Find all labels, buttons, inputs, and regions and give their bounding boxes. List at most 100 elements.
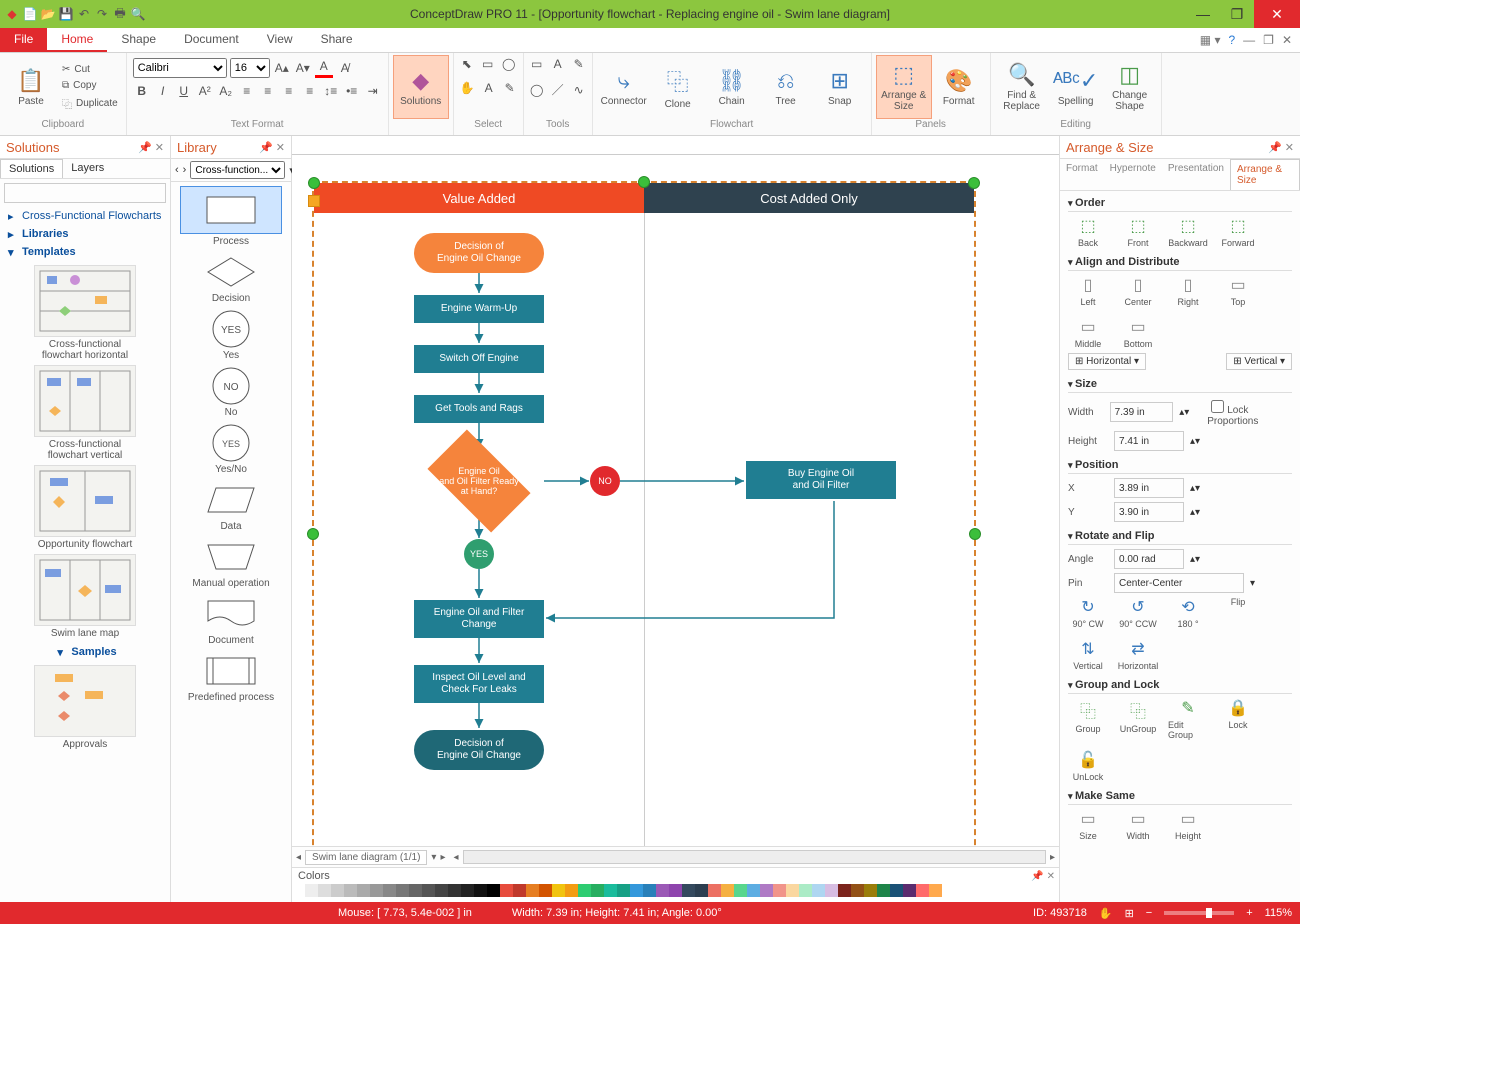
- same-size-button[interactable]: ▭Size: [1068, 809, 1108, 841]
- page-next-icon[interactable]: ▸: [440, 852, 445, 863]
- rp-tab-format[interactable]: Format: [1060, 159, 1104, 190]
- align-right-button[interactable]: ▯Right: [1168, 275, 1208, 307]
- makesame-header[interactable]: Make Same: [1068, 790, 1292, 805]
- grow-font-icon[interactable]: A▴: [273, 59, 291, 77]
- lock-proportions[interactable]: [1211, 400, 1224, 413]
- cut-button[interactable]: ✂ Cut: [58, 62, 122, 77]
- template-cff-horizontal[interactable]: Cross-functional flowchart horizontal: [35, 265, 135, 361]
- duplicate-button[interactable]: ⿻ Duplicate: [58, 94, 122, 113]
- minimize-button[interactable]: —: [1186, 0, 1220, 28]
- align-top-button[interactable]: ▭Top: [1218, 275, 1258, 307]
- node-switchoff[interactable]: Switch Off Engine: [414, 345, 544, 373]
- shape-manual[interactable]: Manual operation: [181, 538, 281, 589]
- format-button[interactable]: 🎨Format: [932, 56, 986, 118]
- align-left-button[interactable]: ▯Left: [1068, 275, 1108, 307]
- arrange-size-button[interactable]: ⬚Arrange & Size: [876, 55, 932, 119]
- find-replace-button[interactable]: 🔍Find & Replace: [995, 56, 1049, 118]
- underline-icon[interactable]: U: [175, 82, 193, 100]
- font-select[interactable]: Calibri: [133, 58, 227, 78]
- hscroll[interactable]: [463, 850, 1046, 864]
- template-approvals[interactable]: Approvals: [35, 665, 135, 750]
- close-button[interactable]: ✕: [1254, 0, 1300, 28]
- tree-button[interactable]: ⎌Tree: [759, 56, 813, 118]
- flip-horizontal-button[interactable]: ⇄Horizontal: [1118, 639, 1158, 671]
- tab-document[interactable]: Document: [170, 28, 253, 52]
- position-header[interactable]: Position: [1068, 459, 1292, 474]
- align-center-button[interactable]: ▯Center: [1118, 275, 1158, 307]
- text-icon[interactable]: A: [480, 79, 498, 97]
- tree-cff[interactable]: Cross-Functional Flowcharts: [0, 207, 170, 225]
- rect-select-icon[interactable]: ▭: [479, 55, 497, 73]
- library-pin-icon[interactable]: 📌 ✕: [259, 141, 285, 154]
- x-input[interactable]: 3.89 in: [1114, 478, 1184, 498]
- align-center-icon[interactable]: ≡: [259, 82, 277, 100]
- rotate-header[interactable]: Rotate and Flip: [1068, 530, 1292, 545]
- linespacing-icon[interactable]: ↕≡: [322, 82, 340, 100]
- zoom-slider[interactable]: [1164, 911, 1234, 915]
- rect-tool-icon[interactable]: ▭: [528, 55, 546, 73]
- mdi-min-icon[interactable]: —: [1243, 33, 1255, 47]
- ellipse-tool-icon[interactable]: ◯: [528, 81, 546, 99]
- template-opportunity[interactable]: Opportunity flowchart: [35, 465, 135, 550]
- line-tool-icon[interactable]: ／: [549, 79, 567, 100]
- pin-icon[interactable]: 📌 ✕: [138, 141, 164, 154]
- node-inspect[interactable]: Inspect Oil Level and Check For Leaks: [414, 665, 544, 703]
- template-cff-vertical[interactable]: Cross-functional flowchart vertical: [35, 365, 135, 461]
- size-header[interactable]: Size: [1068, 378, 1292, 393]
- hand-tool-icon[interactable]: ✋: [1099, 907, 1113, 920]
- width-spinner[interactable]: ▴▾: [1179, 407, 1189, 418]
- rp-tab-presentation[interactable]: Presentation: [1162, 159, 1230, 190]
- tree-samples[interactable]: Samples: [49, 643, 120, 661]
- lib-prev-icon[interactable]: ‹: [175, 164, 179, 176]
- layers-tab[interactable]: Layers: [63, 159, 112, 178]
- shape-process[interactable]: Process: [181, 186, 281, 247]
- subscript-icon[interactable]: A₂: [217, 82, 235, 100]
- solutions-tab[interactable]: Solutions: [0, 159, 63, 178]
- page-tab[interactable]: Swim lane diagram (1/1): [305, 850, 427, 865]
- forward-button[interactable]: ⬚Forward: [1218, 216, 1258, 248]
- rotate-180-button[interactable]: ⟲180 °: [1168, 597, 1208, 629]
- node-yes[interactable]: YES: [464, 539, 494, 569]
- text-tool-icon[interactable]: A: [549, 55, 567, 73]
- flip-vertical-button[interactable]: ⇅Vertical: [1068, 639, 1108, 671]
- bold-icon[interactable]: B: [133, 82, 151, 100]
- align-middle-button[interactable]: ▭Middle: [1068, 317, 1108, 349]
- same-height-button[interactable]: ▭Height: [1168, 809, 1208, 841]
- qat-redo-icon[interactable]: ↷: [94, 6, 110, 22]
- clear-format-icon[interactable]: A̸: [336, 59, 354, 77]
- hscroll-right-icon[interactable]: ▸: [1050, 852, 1055, 863]
- qat-print-icon[interactable]: 🖶: [112, 6, 128, 22]
- shape-predefined[interactable]: Predefined process: [181, 652, 281, 703]
- tab-home[interactable]: Home: [47, 28, 107, 52]
- align-left-icon[interactable]: ≡: [238, 82, 256, 100]
- same-width-button[interactable]: ▭Width: [1118, 809, 1158, 841]
- qat-save-icon[interactable]: 💾: [58, 6, 74, 22]
- solutions-button[interactable]: ◆Solutions: [393, 55, 449, 119]
- angle-input[interactable]: 0.00 rad: [1114, 549, 1184, 569]
- change-shape-button[interactable]: ◫Change Shape: [1103, 56, 1157, 118]
- shape-data[interactable]: Data: [181, 481, 281, 532]
- y-spinner[interactable]: ▴▾: [1190, 507, 1200, 518]
- shrink-font-icon[interactable]: A▾: [294, 59, 312, 77]
- node-decision-start[interactable]: Decision of Engine Oil Change: [414, 233, 544, 273]
- node-decision-ready[interactable]: Engine Oil and Oil Filter Ready at Hand?: [414, 451, 544, 511]
- snap-toggle-icon[interactable]: ⊞: [1125, 907, 1134, 920]
- eyedropper-icon[interactable]: ✎: [501, 79, 519, 97]
- rotate-cw-button[interactable]: ↻90° CW: [1068, 597, 1108, 629]
- tab-share[interactable]: Share: [307, 28, 367, 52]
- mdi-close-icon[interactable]: ✕: [1282, 33, 1292, 47]
- tree-libraries[interactable]: Libraries: [0, 225, 170, 243]
- qat-icon[interactable]: ◆: [4, 6, 20, 22]
- justify-icon[interactable]: ≡: [301, 82, 319, 100]
- swimlane-container[interactable]: Value Added Cost Added Only: [312, 181, 976, 846]
- italic-icon[interactable]: I: [154, 82, 172, 100]
- node-change[interactable]: Engine Oil and Filter Change: [414, 600, 544, 638]
- pin-select[interactable]: Center-Center: [1114, 573, 1244, 593]
- dist-vertical[interactable]: ⊞ Vertical ▾: [1226, 353, 1292, 370]
- zoom-out-icon[interactable]: −: [1146, 907, 1152, 919]
- unlock-button[interactable]: 🔓UnLock: [1068, 750, 1108, 782]
- order-header[interactable]: Order: [1068, 197, 1292, 212]
- color-swatches[interactable]: [292, 884, 1059, 902]
- height-spinner[interactable]: ▴▾: [1190, 436, 1200, 447]
- connector-button[interactable]: ⤷Connector: [597, 56, 651, 118]
